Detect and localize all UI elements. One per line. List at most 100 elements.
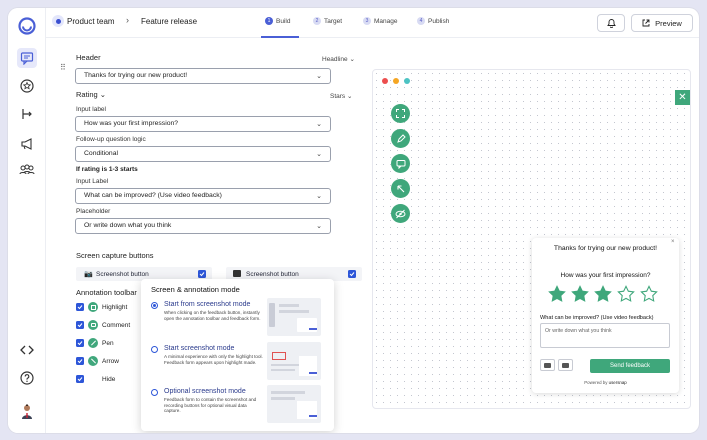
chevron-down-icon: ⌄ <box>316 193 322 200</box>
side-rail <box>8 8 46 433</box>
chevron-down-icon: ⌄ <box>346 93 353 100</box>
star-icon[interactable] <box>594 285 612 303</box>
star-icon[interactable] <box>617 285 635 303</box>
drag-handle-icon[interactable]: ⠿ <box>60 63 66 72</box>
condition-text: If rating is 1-3 starts <box>76 166 138 173</box>
window-dot-red <box>382 78 388 84</box>
step-publish[interactable]: 4 Publish <box>417 17 449 25</box>
star-icon[interactable] <box>571 285 589 303</box>
question-select[interactable]: How was your first impression? ⌄ <box>75 116 331 132</box>
breadcrumb-page: Feature release <box>141 17 198 26</box>
notifications-button[interactable] <box>597 14 625 32</box>
radio-unselected[interactable] <box>151 389 158 396</box>
input-label-2: Input Label <box>76 178 109 185</box>
step-build[interactable]: 1 Build <box>265 17 290 25</box>
app-window: Product team › Feature release 1 Build 2T… <box>8 8 699 433</box>
popup-title: Screen & annotation mode <box>151 285 240 294</box>
highlight-tool-icon[interactable] <box>391 104 410 123</box>
close-icon[interactable]: ✕ <box>675 90 690 105</box>
placeholder-select[interactable]: Or write down what you think ⌄ <box>75 218 331 234</box>
option-thumbnail <box>267 298 321 336</box>
video-icon <box>562 362 569 368</box>
camera-icon <box>544 362 551 368</box>
logo-icon[interactable] <box>17 16 37 36</box>
followup-select[interactable]: Conditional ⌄ <box>75 146 331 162</box>
team-icon[interactable] <box>17 160 37 180</box>
step-target[interactable]: 2 Target <box>313 17 342 25</box>
feedback-widget: × Thanks for trying our new product! How… <box>532 238 679 393</box>
annotation-toolbar-title: Annotation toolbar <box>76 288 137 297</box>
screen-mode-popup: Screen & annotation mode Start from scre… <box>141 279 334 431</box>
preview-button[interactable]: Preview <box>631 14 693 32</box>
feedback-icon[interactable] <box>17 48 37 68</box>
pen-checkbox[interactable] <box>76 339 84 347</box>
tool-comment[interactable]: Comment <box>76 319 130 331</box>
window-dot-teal <box>404 78 410 84</box>
send-feedback-button[interactable]: Send feedback <box>590 359 670 373</box>
widget-question: How was your first impression? <box>560 272 651 279</box>
header-section-title: Header <box>76 53 101 62</box>
comment-checkbox[interactable] <box>76 321 84 329</box>
preview-canvas: ✕ × Thanks for trying our new product! H… <box>372 69 691 409</box>
team-avatar-icon <box>52 15 64 27</box>
chevron-down-icon: ⌄ <box>349 56 355 63</box>
header-type-dropdown[interactable]: Headline ⌄ <box>322 55 355 63</box>
input-label-1: Input label <box>76 106 106 113</box>
star-icon[interactable] <box>548 285 566 303</box>
comment-tool-icon[interactable] <box>391 154 410 173</box>
pen-tool-icon[interactable] <box>391 129 410 148</box>
option-thumbnail <box>267 342 321 380</box>
top-bar: Product team › Feature release 1 Build 2T… <box>46 8 699 38</box>
tool-pen[interactable]: Pen <box>76 337 114 349</box>
rating-section-title[interactable]: Rating ⌄ <box>76 90 106 99</box>
brand-logo: usersnap <box>608 380 627 385</box>
chevron-down-icon: ⌄ <box>99 90 107 99</box>
comment-icon <box>88 320 98 330</box>
feedback-textarea[interactable]: Or write down what you think <box>540 323 670 348</box>
screenshot-button[interactable] <box>540 359 555 371</box>
capture-2-checkbox[interactable] <box>348 270 356 278</box>
avatar[interactable] <box>17 401 37 421</box>
record-button[interactable] <box>558 359 573 371</box>
option-thumbnail <box>267 385 321 423</box>
tool-hide[interactable]: Hide <box>76 373 115 385</box>
arrow-tool-icon[interactable] <box>391 179 410 198</box>
help-icon[interactable] <box>17 368 37 388</box>
routing-icon[interactable] <box>17 104 37 124</box>
highlight-icon <box>88 302 98 312</box>
arrow-icon <box>88 356 98 366</box>
camera-icon: 📷 <box>84 271 93 278</box>
video-icon <box>233 270 241 277</box>
followup-label: Follow-up question logic <box>76 136 146 143</box>
widget-title: Thanks for trying our new product! <box>553 245 658 252</box>
rating-type-dropdown[interactable]: Stars ⌄ <box>330 92 352 100</box>
tool-arrow[interactable]: Arrow <box>76 355 119 367</box>
breadcrumb-team[interactable]: Product team <box>67 17 115 26</box>
pen-icon <box>88 338 98 348</box>
radio-selected[interactable] <box>151 302 158 309</box>
chevron-down-icon: ⌄ <box>316 151 322 158</box>
highlight-checkbox[interactable] <box>76 303 84 311</box>
radio-unselected[interactable] <box>151 346 158 353</box>
external-link-icon <box>642 19 650 27</box>
step-manage[interactable]: 3 Manage <box>363 17 398 25</box>
screen-capture-title: Screen capture buttons <box>76 251 154 260</box>
tool-highlight[interactable]: Highlight <box>76 301 127 313</box>
followup-question-select[interactable]: What can be improved? (Use video feedbac… <box>75 188 331 204</box>
capture-1-checkbox[interactable] <box>198 270 206 278</box>
star-badge-icon[interactable] <box>17 76 37 96</box>
breadcrumb-chevron-icon: › <box>126 15 129 25</box>
bell-icon <box>606 19 616 28</box>
followup-question: What can be improved? (Use video feedbac… <box>540 315 654 321</box>
window-dot-yellow <box>393 78 399 84</box>
chevron-down-icon: ⌄ <box>316 73 322 80</box>
code-icon[interactable] <box>17 340 37 360</box>
chevron-down-icon: ⌄ <box>316 121 322 128</box>
placeholder-label: Placeholder <box>76 208 111 215</box>
hide-checkbox[interactable] <box>76 375 84 383</box>
header-select[interactable]: Thanks for trying our new product! ⌄ <box>75 68 331 84</box>
megaphone-icon[interactable] <box>17 134 37 154</box>
star-icon[interactable] <box>640 285 658 303</box>
hide-tool-icon[interactable] <box>391 204 410 223</box>
arrow-checkbox[interactable] <box>76 357 84 365</box>
